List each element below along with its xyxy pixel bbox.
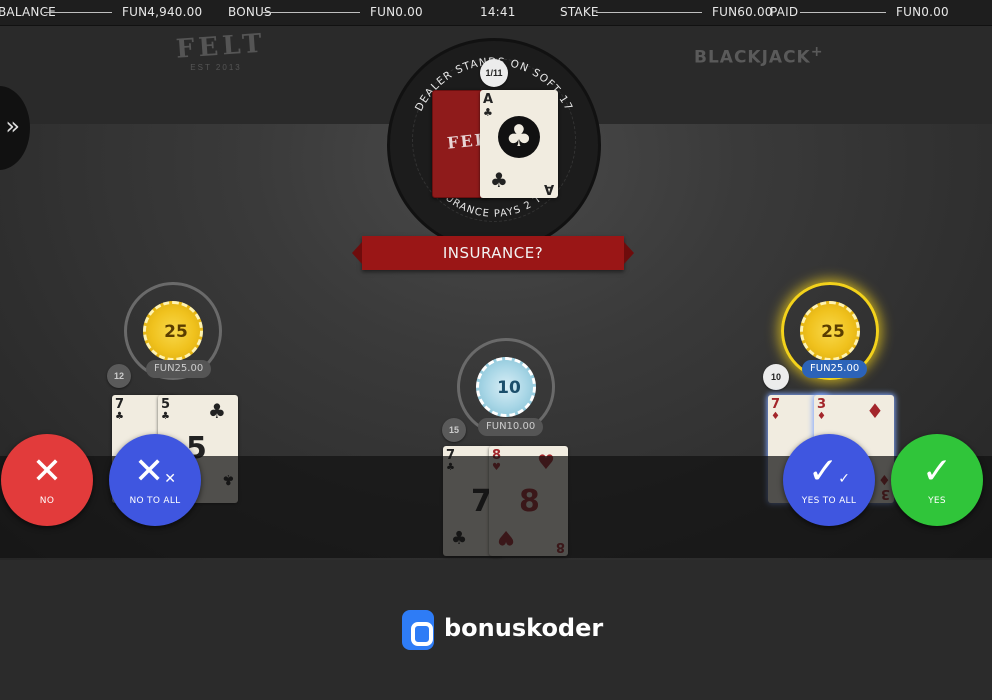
card-suit: ♦ (771, 411, 780, 422)
club-emblem-icon: ♣ (498, 116, 540, 158)
chip-value: 25 (164, 322, 188, 342)
paid-label: PAID (770, 5, 799, 19)
yes-to-all-button[interactable]: ✓✓ YES TO ALL (783, 434, 875, 526)
yes-button-label: YES (928, 496, 946, 506)
top-status-bar: BALANCE FUN4,940.00 BONUS FUN0.00 14:41 … (0, 0, 992, 26)
close-all-icon: ✕✕ (134, 451, 176, 492)
chip-value: 10 (497, 378, 521, 398)
chip-value: 25 (821, 322, 845, 342)
footer: bonuskoder (0, 560, 992, 700)
card-rank: 7 (771, 397, 781, 412)
card-rank: 3 (817, 397, 827, 412)
check-all-icon: ✓✓ (808, 451, 850, 492)
card-rank: 5 (161, 397, 171, 412)
brand-b-icon (402, 610, 434, 650)
yes-to-all-button-label: YES TO ALL (801, 496, 857, 506)
double-chevron-right-icon: » (5, 112, 20, 140)
seat-left-chip: 25 (143, 301, 203, 361)
divider (800, 12, 886, 13)
card-suit: ♣ (490, 168, 508, 192)
clock: 14:41 (480, 5, 516, 19)
card-rank: A (543, 181, 554, 196)
close-icon: ✕ (31, 451, 63, 492)
insurance-prompt: INSURANCE? (352, 236, 634, 270)
card-suit: ♣ (161, 411, 170, 422)
no-to-all-button-label: NO TO ALL (129, 496, 181, 506)
blackjack-logo: BLACKJACK+ (694, 44, 824, 68)
card-rank: 7 (115, 397, 125, 412)
seat-right-chip: 25 (800, 301, 860, 361)
seat-right-hand-total: 10 (763, 364, 789, 390)
no-button-label: NO (39, 496, 55, 506)
seat-middle-chip: 10 (476, 357, 536, 417)
stake-value: FUN60.00 (712, 5, 773, 19)
card-suit: ♦ (817, 411, 826, 422)
divider (262, 12, 360, 13)
no-button[interactable]: ✕ NO (1, 434, 93, 526)
seat-middle-hand-total: 15 (442, 418, 466, 442)
stake-label: STAKE (560, 5, 599, 19)
felt-logo-est: EST 2013 (190, 63, 242, 72)
shoe-count-badge: 1/11 (480, 59, 508, 87)
card-suit: ♦ (866, 399, 884, 423)
card-rank: A (483, 92, 494, 107)
divider (44, 12, 112, 13)
felt-logo-word: FELT (175, 28, 267, 65)
card-suit: ♣ (483, 106, 493, 119)
no-to-all-button[interactable]: ✕✕ NO TO ALL (109, 434, 201, 526)
yes-button[interactable]: ✓ YES (891, 434, 983, 526)
paid-value: FUN0.00 (896, 5, 949, 19)
game-name: BLACKJACK (694, 47, 811, 68)
dealer-up-card: A ♣ ♣ ♣ A (480, 90, 558, 198)
seat-right-stake: FUN25.00 (802, 360, 868, 378)
divider (596, 12, 702, 13)
game-plus: + (810, 44, 824, 60)
card-suit: ♣ (115, 411, 124, 422)
seat-middle-stake: FUN10.00 (478, 418, 544, 436)
card-suit: ♣ (208, 399, 226, 423)
seat-left-hand-total: 12 (107, 364, 131, 388)
brand-name: bonuskoder (444, 614, 604, 642)
seat-left-stake: FUN25.00 (146, 360, 212, 378)
blackjack-table: FELT EST 2013 BLACKJACK+ » DEALER STANDS… (0, 26, 992, 560)
bonus-value: FUN0.00 (370, 5, 423, 19)
felt-logo: FELT EST 2013 (175, 28, 267, 78)
check-icon: ✓ (921, 451, 953, 492)
balance-value: FUN4,940.00 (122, 5, 203, 19)
